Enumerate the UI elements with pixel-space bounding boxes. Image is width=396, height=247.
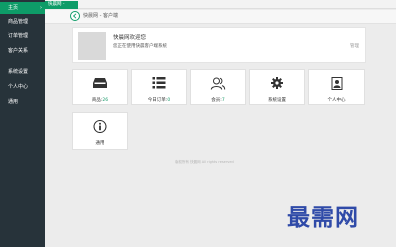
sidebar-item-label: 客户关系 bbox=[8, 48, 29, 54]
sidebar-item-orders[interactable]: 订单管理 bbox=[0, 30, 45, 42]
tile-members[interactable]: 会员:7 bbox=[190, 69, 246, 105]
sidebar-item-label: 订单管理 bbox=[8, 33, 29, 39]
back-icon bbox=[72, 13, 77, 19]
info-icon bbox=[93, 120, 107, 133]
welcome-card: 快晨网欢迎您 您正在使用快晨客户端系统 管理 bbox=[72, 27, 366, 63]
tile-label: 商品: bbox=[91, 98, 103, 103]
tile-settings[interactable]: 系统设置 bbox=[249, 69, 305, 105]
sidebar-item-home[interactable]: 主页 › bbox=[0, 2, 45, 14]
tile-label: 个人中心 bbox=[327, 98, 346, 103]
tab-home[interactable]: 快晨网 - bbox=[45, 1, 78, 9]
sidebar-item-settings[interactable]: 系统设置 bbox=[0, 66, 45, 78]
users-icon bbox=[210, 77, 226, 90]
order-count: 0 bbox=[167, 98, 171, 103]
sidebar-item-label: 通用 bbox=[8, 99, 19, 105]
sidebar-item-label: 商品管理 bbox=[8, 19, 29, 25]
tile-label: 系统设置 bbox=[268, 98, 286, 103]
tile-label: 通用 bbox=[95, 141, 105, 146]
member-count: 7 bbox=[221, 98, 225, 103]
sidebar-item-label: 系统设置 bbox=[8, 69, 29, 75]
tab-bar: 快晨网 - bbox=[45, 0, 396, 9]
avatar bbox=[78, 32, 106, 60]
tile-general[interactable]: 通用 bbox=[72, 112, 128, 150]
tile-today-orders[interactable]: 今日订单:0 bbox=[131, 69, 187, 105]
welcome-description: 您正在使用快晨客户端系统 bbox=[113, 44, 167, 49]
sidebar: 主页 › 商品管理 订单管理 客户关系 系统设置 个人中心 通用 bbox=[0, 0, 45, 247]
product-count: 26 bbox=[102, 98, 109, 103]
sidebar-item-label: 个人中心 bbox=[8, 84, 29, 90]
watermark: 最需网 bbox=[287, 204, 359, 231]
tile-profile[interactable]: 个人中心 bbox=[308, 69, 365, 105]
list-icon bbox=[152, 77, 166, 89]
manage-link[interactable]: 管理 bbox=[350, 43, 359, 49]
contact-card-icon bbox=[331, 77, 342, 90]
sidebar-item-label: 主页 bbox=[8, 5, 19, 11]
sidebar-item-profile[interactable]: 个人中心 bbox=[0, 81, 45, 93]
breadcrumb: 快晨网 - 客户端 bbox=[83, 13, 118, 19]
tile-label: 会员: bbox=[211, 98, 222, 103]
welcome-title: 快晨网欢迎您 bbox=[113, 35, 147, 41]
tile-products[interactable]: 商品:26 bbox=[72, 69, 128, 105]
back-button[interactable] bbox=[70, 11, 80, 21]
footer-copyright: 版权所有 快晨网 All rights reserved bbox=[175, 160, 234, 164]
sidebar-item-products[interactable]: 商品管理 bbox=[0, 16, 45, 28]
gear-icon bbox=[271, 77, 283, 89]
sidebar-item-general[interactable]: 通用 bbox=[0, 96, 45, 108]
chevron-right-icon: › bbox=[40, 5, 42, 11]
sidebar-item-customers[interactable]: 客户关系 bbox=[0, 45, 45, 57]
box-icon bbox=[93, 78, 107, 88]
tile-label: 今日订单: bbox=[147, 98, 168, 103]
